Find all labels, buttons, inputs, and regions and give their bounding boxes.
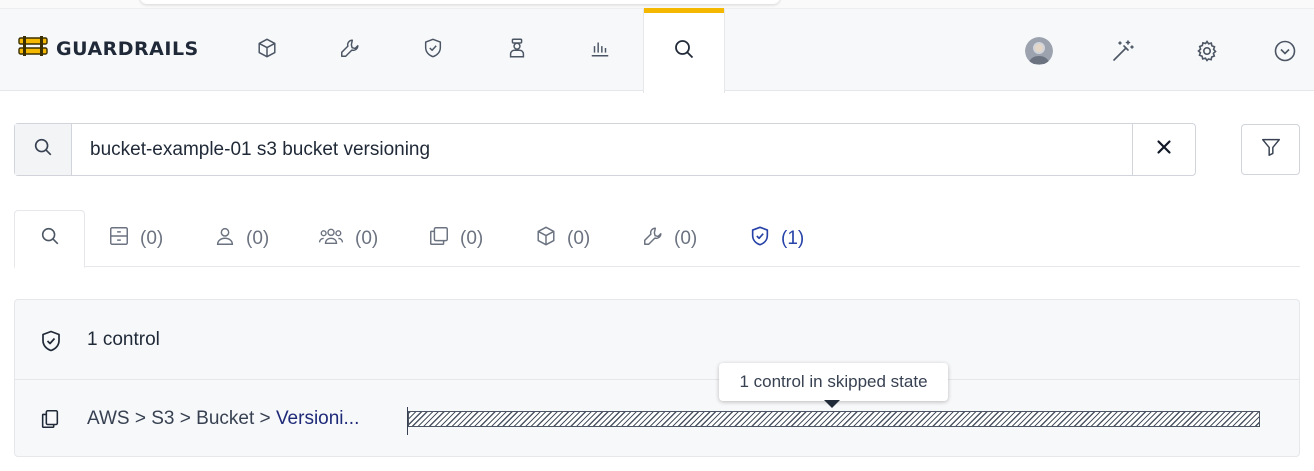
tab-count: (0) <box>460 227 484 249</box>
crumb[interactable]: Bucket <box>196 408 254 429</box>
nav-controls[interactable] <box>392 9 474 92</box>
tab-controls[interactable]: (1) <box>749 210 804 267</box>
tab-count: (0) <box>355 227 379 249</box>
crumb[interactable]: S3 <box>151 408 174 429</box>
crumb-separator: > <box>134 408 146 429</box>
shield-check-icon <box>422 37 444 64</box>
result-row[interactable]: AWS > S3 > Bucket > Versioni... <box>15 381 1299 457</box>
browser-address-bar-edge <box>140 0 780 4</box>
tab-users[interactable]: (0) <box>214 210 269 267</box>
nav-resources[interactable] <box>226 9 308 92</box>
bar-chart-icon <box>589 37 611 64</box>
tab-count: (0) <box>567 227 591 249</box>
nav-search[interactable] <box>643 8 725 93</box>
skipped-status-bar[interactable] <box>408 411 1260 427</box>
control-link[interactable]: Versioni... <box>276 408 359 429</box>
browser-top-strip <box>0 0 1314 8</box>
tooltip-arrow <box>824 400 840 408</box>
users-icon <box>317 225 345 253</box>
nav-admin[interactable] <box>476 9 558 92</box>
cube-icon <box>256 37 278 64</box>
search-addon <box>15 124 72 175</box>
crumb[interactable]: AWS <box>87 408 130 429</box>
gear-icon[interactable] <box>1193 37 1221 65</box>
chevron-down-circle-icon[interactable] <box>1271 37 1299 65</box>
wrench-icon <box>642 225 664 253</box>
shield-check-icon <box>39 329 63 358</box>
search-input[interactable] <box>72 124 1132 175</box>
clear-search-button[interactable] <box>1132 124 1195 175</box>
results-heading: 1 control <box>87 329 160 350</box>
app-header: GUARDRAILS <box>0 8 1314 93</box>
tab-groups[interactable]: (0) <box>317 210 378 267</box>
search-icon <box>32 136 54 163</box>
tab-policies[interactable]: (0) <box>642 210 697 267</box>
tab-resources[interactable]: (0) <box>535 210 590 267</box>
avatar[interactable] <box>1025 37 1053 65</box>
nav-policies[interactable] <box>309 9 391 92</box>
logo-text: GUARDRAILS <box>56 37 199 60</box>
logo[interactable]: GUARDRAILS <box>18 35 199 62</box>
user-icon <box>214 225 236 253</box>
close-icon <box>1156 139 1172 160</box>
search-icon <box>39 225 61 253</box>
archive-icon <box>108 225 130 253</box>
filter-button[interactable] <box>1241 124 1300 175</box>
status-tooltip: 1 control in skipped state <box>719 363 948 401</box>
tab-all[interactable] <box>14 210 85 268</box>
copy-icon <box>39 407 61 436</box>
tab-count: (0) <box>140 227 164 249</box>
tab-count: (1) <box>781 227 805 249</box>
results-panel: 1 control AWS > S3 > Bucket > Versioni..… <box>14 299 1300 457</box>
tab-folders[interactable]: (0) <box>108 210 163 267</box>
crumb-separator: > <box>259 408 271 429</box>
cube-icon <box>535 225 557 253</box>
breadcrumb: AWS > S3 > Bucket > Versioni... <box>87 408 359 430</box>
tab-resource-types[interactable]: (0) <box>428 210 483 267</box>
tab-count: (0) <box>674 227 698 249</box>
user-badge-icon <box>506 37 528 64</box>
magic-wand-icon[interactable] <box>1109 37 1137 65</box>
guardrails-logo-icon <box>18 35 48 62</box>
search-icon <box>672 37 696 66</box>
wrench-icon <box>339 37 361 64</box>
filter-icon <box>1260 136 1282 163</box>
shield-check-icon <box>749 225 771 253</box>
result-type-tabs: (0) (0) (0) (0) (0) (0) (1) <box>14 210 1300 268</box>
tab-count: (0) <box>246 227 270 249</box>
search-bar <box>14 123 1196 176</box>
crumb-separator: > <box>179 408 191 429</box>
results-header: 1 control <box>15 300 1299 380</box>
nav-reports[interactable] <box>559 9 641 92</box>
copy-icon <box>428 225 450 253</box>
